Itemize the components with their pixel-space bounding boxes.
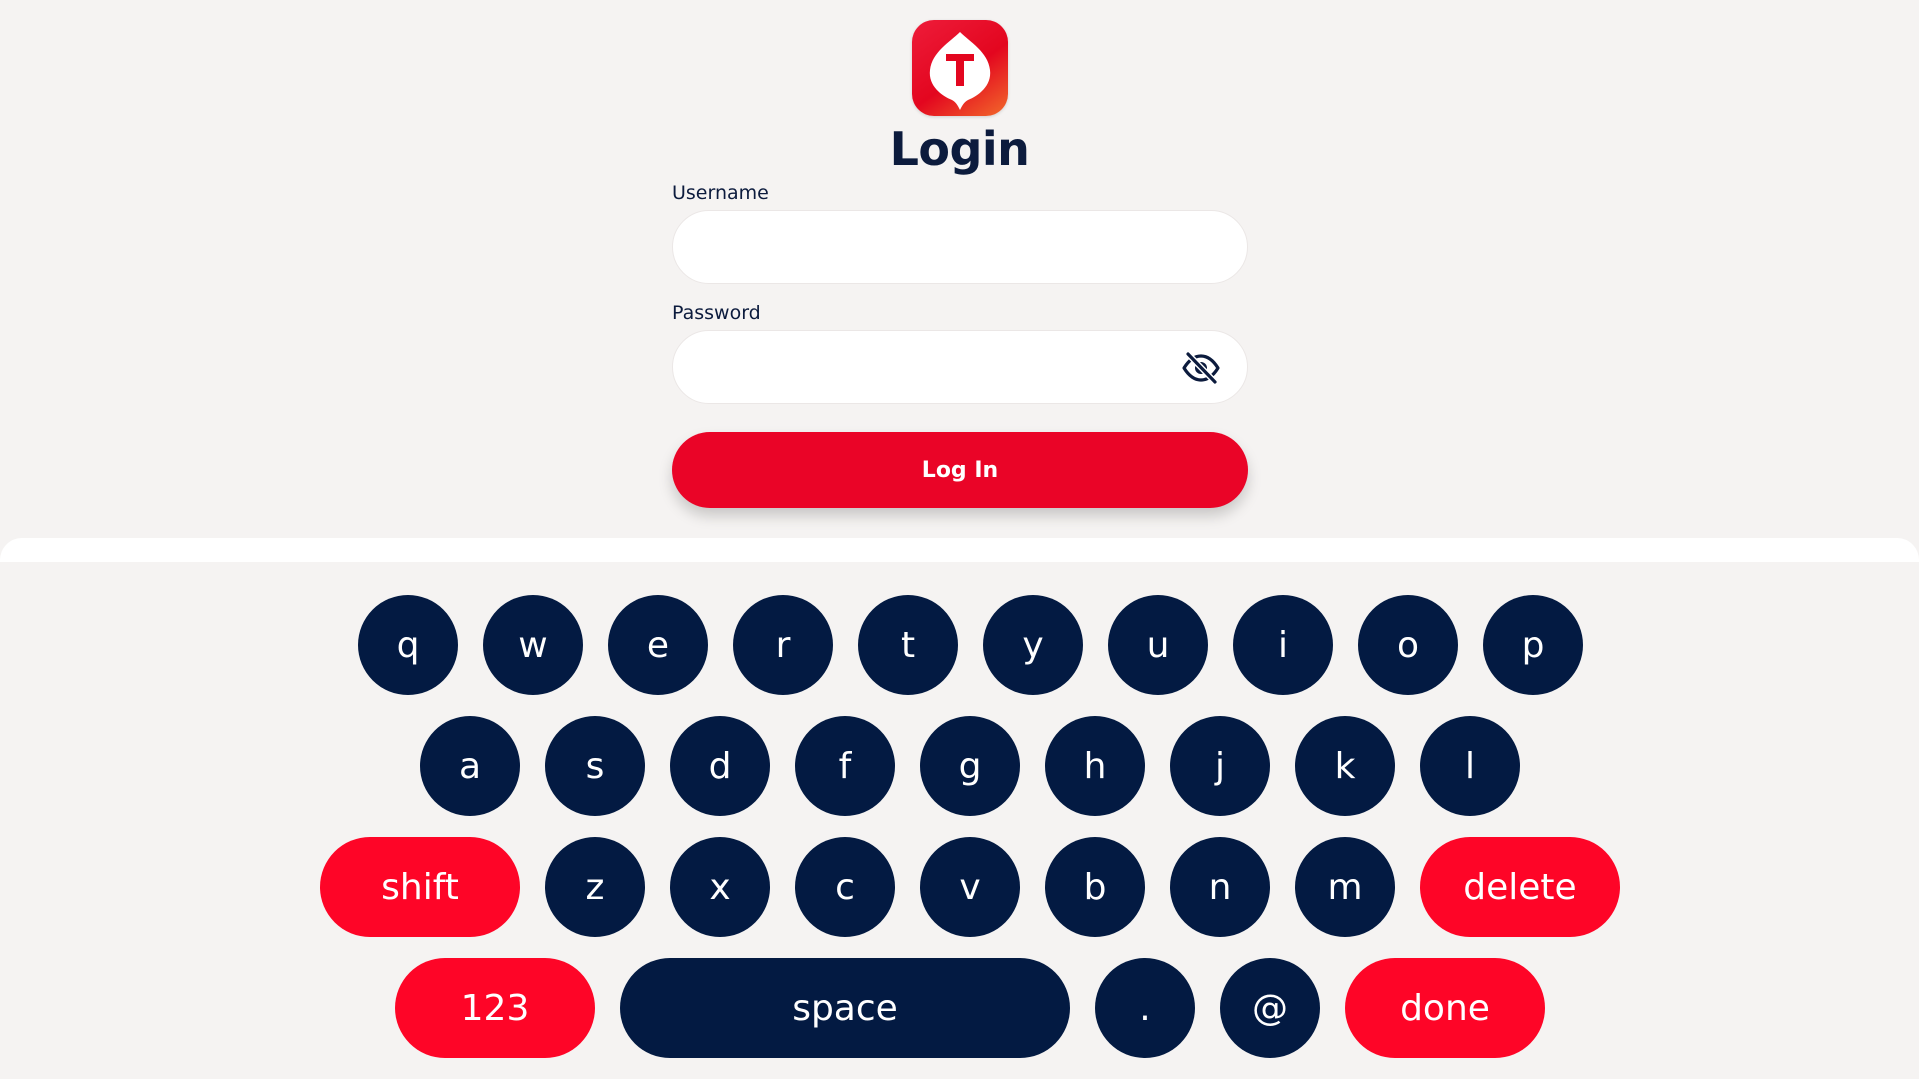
delete-key[interactable]: delete [1420,837,1620,937]
password-input[interactable] [697,331,1197,403]
key-t[interactable]: t [858,595,958,695]
key-g[interactable]: g [920,716,1020,816]
brand-logo-icon [912,20,1008,116]
key-f[interactable]: f [795,716,895,816]
key-y[interactable]: y [983,595,1083,695]
period-key[interactable]: . [1095,958,1195,1058]
login-screen: Login Username Password Log In q w e r t… [0,0,1919,1079]
key-l[interactable]: l [1420,716,1520,816]
key-b[interactable]: b [1045,837,1145,937]
key-p[interactable]: p [1483,595,1583,695]
key-j[interactable]: j [1170,716,1270,816]
key-w[interactable]: w [483,595,583,695]
key-n[interactable]: n [1170,837,1270,937]
shift-key[interactable]: shift [320,837,520,937]
key-c[interactable]: c [795,837,895,937]
key-h[interactable]: h [1045,716,1145,816]
password-label: Password [672,302,761,324]
key-m[interactable]: m [1295,837,1395,937]
key-x[interactable]: x [670,837,770,937]
key-u[interactable]: u [1108,595,1208,695]
key-e[interactable]: e [608,595,708,695]
key-i[interactable]: i [1233,595,1333,695]
eye-slash-icon[interactable] [1181,351,1221,385]
numbers-key[interactable]: 123 [395,958,595,1058]
key-o[interactable]: o [1358,595,1458,695]
key-s[interactable]: s [545,716,645,816]
key-v[interactable]: v [920,837,1020,937]
key-d[interactable]: d [670,716,770,816]
username-label: Username [672,182,769,204]
key-q[interactable]: q [358,595,458,695]
password-field-container[interactable] [672,330,1248,404]
username-field-container[interactable] [672,210,1248,284]
key-k[interactable]: k [1295,716,1395,816]
login-button[interactable]: Log In [672,432,1248,508]
key-z[interactable]: z [545,837,645,937]
done-key[interactable]: done [1345,958,1545,1058]
key-r[interactable]: r [733,595,833,695]
page-title: Login [889,122,1030,176]
space-key[interactable]: space [620,958,1070,1058]
username-input[interactable] [697,211,1197,283]
at-key[interactable]: @ [1220,958,1320,1058]
key-a[interactable]: a [420,716,520,816]
